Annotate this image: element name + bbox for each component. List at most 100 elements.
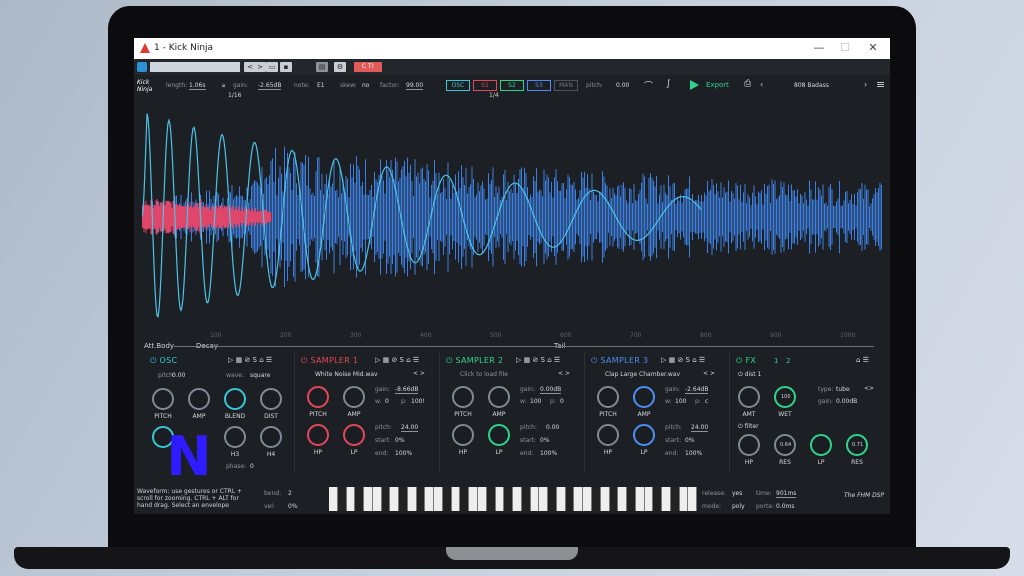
preset-prev-arrow[interactable]: ‹ xyxy=(760,80,763,89)
fx-title[interactable]: ⏻ FX xyxy=(736,356,756,366)
sampler2-end[interactable]: 100% xyxy=(540,450,557,457)
piano-key[interactable] xyxy=(469,487,479,511)
piano-key[interactable] xyxy=(688,487,698,511)
piano-key[interactable] xyxy=(329,487,338,511)
release-value[interactable]: yes xyxy=(732,490,742,497)
piano-key[interactable] xyxy=(416,487,426,511)
waveform-display[interactable] xyxy=(142,102,882,332)
piano-key[interactable] xyxy=(381,487,391,511)
piano-key[interactable] xyxy=(644,487,654,511)
fx-toolbar-icons[interactable]: ⌂ ☰ xyxy=(856,356,869,364)
piano-key[interactable] xyxy=(670,487,680,511)
sampler3-pitch[interactable]: 24.00 xyxy=(691,424,709,432)
piano-key[interactable] xyxy=(618,487,628,511)
fx-tab-2[interactable]: 2 xyxy=(786,357,790,365)
sampler1-start[interactable]: 0% xyxy=(395,437,405,444)
piano-key[interactable] xyxy=(653,487,663,511)
osc-blend-knob[interactable] xyxy=(224,388,246,410)
osc-pitch-knob[interactable] xyxy=(152,388,174,410)
piano-key[interactable] xyxy=(346,487,356,511)
piano-key[interactable] xyxy=(591,487,601,511)
osc-h4-knob[interactable] xyxy=(260,426,282,448)
osc-amp-knob[interactable] xyxy=(188,388,210,410)
play-icon[interactable] xyxy=(690,80,699,90)
sampler3-w[interactable]: 100 xyxy=(675,398,686,405)
fx-gain[interactable]: 0.00dB xyxy=(836,398,857,405)
chain-icon[interactable]: ▤ xyxy=(316,62,328,72)
piano-key[interactable] xyxy=(521,487,531,511)
piano-key[interactable] xyxy=(495,487,505,511)
sampler1-lp-knob[interactable] xyxy=(343,424,365,446)
sampler3-start[interactable]: 0% xyxy=(685,437,695,444)
bend-value[interactable]: 2 xyxy=(288,490,292,497)
sampler3-end[interactable]: 100% xyxy=(685,450,702,457)
piano-key[interactable] xyxy=(442,487,452,511)
sampler1-file-arrows[interactable]: < > xyxy=(413,370,425,377)
sampler3-file[interactable]: Clap Large Chamber.wav xyxy=(605,371,680,378)
piano-key[interactable] xyxy=(451,487,461,511)
fx-tab-1[interactable]: 1 xyxy=(774,357,778,365)
grid-value[interactable]: 1/16 xyxy=(228,92,241,99)
piano-key[interactable] xyxy=(478,487,487,511)
save-icon[interactable]: ▪ xyxy=(280,62,292,72)
source-tab-s2[interactable]: S2 xyxy=(500,80,524,91)
sampler1-pitch[interactable]: 24.00 xyxy=(401,424,419,432)
piano-key[interactable] xyxy=(337,487,347,511)
sampler2-w[interactable]: 100 xyxy=(530,398,541,405)
sampler2-hp-knob[interactable] xyxy=(452,424,474,446)
close-button[interactable]: ✕ xyxy=(864,41,882,54)
piano-key[interactable] xyxy=(635,487,645,511)
porta-value[interactable]: 0.0ms xyxy=(776,503,795,510)
piano-key[interactable] xyxy=(355,487,365,511)
piano-key[interactable] xyxy=(583,487,592,511)
piano-key[interactable] xyxy=(627,487,636,511)
fx-type[interactable]: tube xyxy=(836,386,850,393)
maximize-button[interactable]: ☐ xyxy=(836,41,854,54)
fx-type-arrows[interactable]: <> xyxy=(864,385,874,392)
piano-key[interactable] xyxy=(574,487,584,511)
sampler3-pitch-knob[interactable] xyxy=(597,386,619,408)
length-value[interactable]: 1.06s xyxy=(189,82,206,90)
piano-key[interactable] xyxy=(399,487,408,511)
osc-dist-knob[interactable] xyxy=(260,388,282,410)
sampler1-hp-knob[interactable] xyxy=(307,424,329,446)
host-preset-tag[interactable]: C T! xyxy=(354,62,382,72)
settings-gear-icon[interactable]: ⚙ xyxy=(334,62,346,72)
piano-key[interactable] xyxy=(539,487,549,511)
piano-key[interactable] xyxy=(504,487,514,511)
envelope-segments[interactable]: Att.Body Decay Tail xyxy=(134,341,890,352)
pitch-value[interactable]: 0.00 xyxy=(616,82,629,89)
piano-key[interactable] xyxy=(530,487,540,511)
sampler1-toolbar-icons[interactable]: ▷ ▦ ⊘ S ⌂ ☰ xyxy=(375,356,419,364)
power-icon[interactable] xyxy=(137,62,147,72)
note-value[interactable]: E1 xyxy=(317,82,325,89)
piano-key[interactable] xyxy=(600,487,610,511)
piano-key[interactable] xyxy=(434,487,443,511)
skew-value[interactable]: no xyxy=(362,82,369,89)
piano-keyboard[interactable] xyxy=(329,487,698,511)
piano-key[interactable] xyxy=(425,487,435,511)
piano-key[interactable] xyxy=(556,487,566,511)
minimize-button[interactable]: — xyxy=(810,41,828,54)
sampler3-toolbar-icons[interactable]: ▷ ▦ ⊘ S ⌂ ☰ xyxy=(661,356,705,364)
osc-h3-knob[interactable] xyxy=(224,426,246,448)
sampler3-hp-knob[interactable] xyxy=(597,424,619,446)
fx-amt-knob[interactable] xyxy=(738,386,760,408)
piano-key[interactable] xyxy=(609,487,619,511)
piano-key[interactable] xyxy=(513,487,522,511)
menu-icon[interactable]: ≡ xyxy=(876,78,885,91)
sampler3-file-arrows[interactable]: < > xyxy=(703,370,715,377)
factor-value[interactable]: 99.00 xyxy=(406,82,424,90)
segment-attack-body[interactable]: Att.Body xyxy=(144,342,174,350)
osc-title[interactable]: ⏻ OSC xyxy=(150,356,177,366)
sampler1-file[interactable]: White Noise Mid.wav xyxy=(315,371,378,378)
sampler2-title[interactable]: ⏻ SAMPLER 2 xyxy=(446,356,503,366)
piano-key[interactable] xyxy=(486,487,496,511)
source-tab-s3[interactable]: S3 xyxy=(527,80,551,91)
lock-icon[interactable]: 🔒︎ xyxy=(222,82,225,90)
sampler2-p[interactable]: 0 xyxy=(560,398,564,405)
sampler1-title[interactable]: ⏻ SAMPLER 1 xyxy=(301,356,358,366)
sampler1-amp-knob[interactable] xyxy=(343,386,365,408)
sampler2-gain[interactable]: 0.00dB xyxy=(540,386,562,394)
sampler3-p[interactable]: c xyxy=(705,398,708,405)
